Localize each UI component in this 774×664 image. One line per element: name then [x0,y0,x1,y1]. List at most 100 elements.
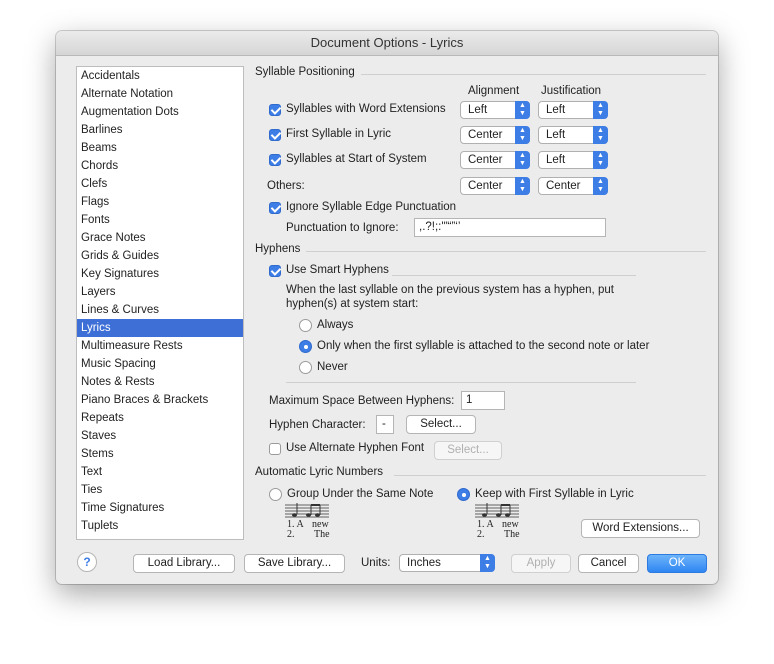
others-alignment-popup[interactable]: Center ▲ ▼ [460,177,530,195]
category-item[interactable]: Alternate Notation [77,85,243,103]
category-item[interactable]: Barlines [77,121,243,139]
popup-value: Left [546,129,566,141]
alt-font-select-button[interactable]: Select... [434,441,502,460]
first-syllable-alignment-popup[interactable]: Center ▲ ▼ [460,126,530,144]
updown-chevron-icon: ▲ ▼ [593,151,608,169]
popup-value: Center [468,129,503,141]
category-item[interactable]: Lyrics [77,319,243,337]
always-radio[interactable] [299,319,312,332]
punctuation-input[interactable]: ,.?!;:'"“”‘’ [414,218,606,237]
smart-hyphens-label: Use Smart Hyphens [286,264,389,276]
hyphen-description-line2: hyphen(s) at system start: [286,298,419,310]
category-item[interactable]: Piano Braces & Brackets [77,391,243,409]
updown-chevron-icon: ▲ ▼ [593,177,608,195]
syllable-heading: Syllable Positioning [255,66,355,78]
units-popup[interactable]: Inches ▲ ▼ [399,554,495,572]
ignore-punctuation-label: Ignore Syllable Edge Punctuation [286,201,457,213]
category-item[interactable]: Stems [77,445,243,463]
load-library-button[interactable]: Load Library... [133,554,235,573]
cancel-button[interactable]: Cancel [578,554,639,573]
alignment-header: Alignment [468,85,520,97]
category-item[interactable]: Augmentation Dots [77,103,243,121]
hyphen-select-button[interactable]: Select... [406,415,476,434]
category-item[interactable]: Tuplets [77,517,243,535]
hyphen-description-line1: When the last syllable on the previous s… [286,284,614,296]
category-item[interactable]: Grace Notes [77,229,243,247]
help-icon[interactable]: ? [77,552,97,572]
save-library-button[interactable]: Save Library... [244,554,345,573]
window-title: Document Options - Lyrics [56,31,718,56]
category-item[interactable]: Flags [77,193,243,211]
others-justification-popup[interactable]: Center ▲ ▼ [538,177,608,195]
divider [392,275,636,276]
sample-verse2-word: The [504,529,520,540]
category-item[interactable]: Time Signatures [77,499,243,517]
apply-button[interactable]: Apply [511,554,571,573]
category-list[interactable]: Accidentals Alternate Notation Augmentatio… [76,66,244,540]
category-item[interactable]: Accidentals [77,67,243,85]
popup-value: Left [546,154,566,166]
start-of-system-justification-popup[interactable]: Left ▲ ▼ [538,151,608,169]
category-item[interactable]: Key Signatures [77,265,243,283]
popup-value: Left [546,104,566,116]
keep-with-first-label: Keep with First Syllable in Lyric [475,488,634,500]
category-item[interactable]: Repeats [77,409,243,427]
updown-chevron-icon: ▲ ▼ [480,554,495,572]
category-item[interactable]: Text [77,463,243,481]
document-options-window: Document Options - Lyrics Accidentals Alt… [56,31,718,584]
category-item[interactable]: Multimeasure Rests [77,337,243,355]
updown-chevron-icon: ▲ ▼ [515,101,530,119]
word-extensions-alignment-popup[interactable]: Left ▲ ▼ [460,101,530,119]
max-space-label: Maximum Space Between Hyphens: [269,395,455,407]
never-label: Never [317,361,348,373]
group-under-note-label: Group Under the Same Note [287,488,434,500]
keep-with-first-radio[interactable] [457,488,470,501]
first-syllable-checkbox[interactable] [269,129,281,141]
first-syllable-justification-popup[interactable]: Left ▲ ▼ [538,126,608,144]
word-extensions-button[interactable]: Word Extensions... [581,519,700,538]
updown-chevron-icon: ▲ ▼ [593,101,608,119]
group-sample-image: 1. A new 2. The [285,503,331,543]
category-item[interactable]: Grids & Guides [77,247,243,265]
second-note-radio[interactable] [299,340,312,353]
others-label: Others: [267,180,305,192]
first-syllable-label: First Syllable in Lyric [286,128,392,140]
category-item[interactable]: Staves [77,427,243,445]
start-of-system-checkbox[interactable] [269,154,281,166]
never-radio[interactable] [299,361,312,374]
word-extensions-justification-popup[interactable]: Left ▲ ▼ [538,101,608,119]
category-item[interactable]: Notes & Rests [77,373,243,391]
popup-value: Inches [407,557,441,569]
updown-chevron-icon: ▲ ▼ [593,126,608,144]
popup-value: Center [468,180,503,192]
group-under-note-radio[interactable] [269,488,282,501]
word-extensions-checkbox[interactable] [269,104,281,116]
ok-button[interactable]: OK [647,554,707,573]
hyphens-heading: Hyphens [255,243,301,255]
category-item[interactable]: Music Spacing [77,355,243,373]
hyphen-character-field[interactable]: - [376,415,394,434]
popup-value: Center [546,180,581,192]
max-space-input[interactable]: 1 [461,391,505,410]
popup-value: Center [468,154,503,166]
category-item[interactable]: Layers [77,283,243,301]
category-item[interactable]: Fonts [77,211,243,229]
lyric-numbers-heading: Automatic Lyric Numbers [255,466,384,478]
start-of-system-alignment-popup[interactable]: Center ▲ ▼ [460,151,530,169]
category-item[interactable]: Clefs [77,175,243,193]
category-item[interactable]: Ties [77,481,243,499]
staff-music-icon [285,503,329,518]
keep-sample-image: 1. A new 2. The [475,503,521,543]
sample-verse2-number: 2. [477,529,485,540]
alt-hyphen-font-checkbox[interactable] [269,443,281,455]
category-item[interactable]: Lines & Curves [77,301,243,319]
sample-verse2-word: The [314,529,330,540]
always-label: Always [317,319,354,331]
category-item[interactable]: Chords [77,157,243,175]
second-note-label: Only when the first syllable is attached… [317,340,650,352]
ignore-punctuation-checkbox[interactable] [269,202,281,214]
category-item[interactable]: Beams [77,139,243,157]
word-extensions-label: Syllables with Word Extensions [286,103,446,115]
sample-verse2-number: 2. [287,529,295,540]
smart-hyphens-checkbox[interactable] [269,265,281,277]
